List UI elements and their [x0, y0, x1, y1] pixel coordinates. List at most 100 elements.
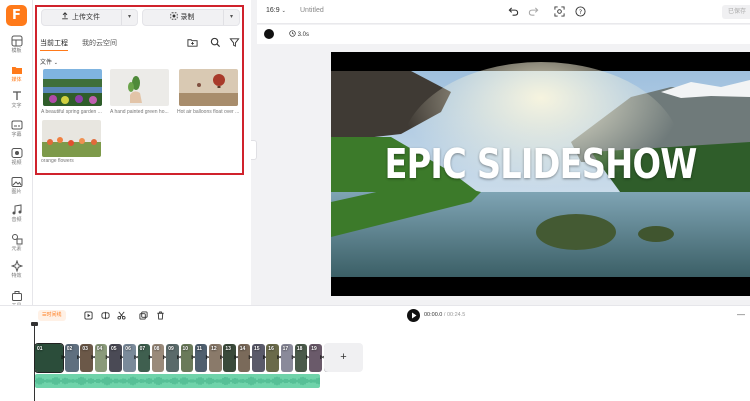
- preview-stage[interactable]: EPIC SLIDESHOW: [331, 52, 750, 296]
- tools-icon: [11, 291, 22, 301]
- svg-text:?: ?: [579, 8, 582, 16]
- subtitle-icon: [11, 120, 22, 130]
- add-clip-button[interactable]: +: [324, 343, 363, 372]
- effects-icon: [10, 260, 23, 272]
- rail-item-label: 特效: [11, 273, 22, 279]
- clip-number: 10: [182, 346, 189, 352]
- media-icon: [11, 67, 22, 74]
- play-button[interactable]: [407, 309, 420, 322]
- audio-icon: [12, 204, 21, 215]
- tab-current-project[interactable]: 当前工程: [40, 38, 68, 51]
- app-logo[interactable]: F: [6, 5, 27, 26]
- rail-item-text[interactable]: 文字: [0, 88, 33, 116]
- slideshow-title[interactable]: EPIC SLIDESHOW: [369, 140, 713, 188]
- template-icon: [11, 35, 22, 47]
- clip-number: 17: [282, 346, 289, 352]
- top-bar: [257, 0, 750, 24]
- rail-item-elements[interactable]: 元素: [0, 231, 33, 259]
- image-icon: [11, 177, 22, 187]
- rail-item-effects[interactable]: 特效: [0, 258, 33, 286]
- flowers-image: [42, 120, 101, 157]
- media-thumb-plant[interactable]: [110, 69, 169, 106]
- media-caption: A hand painted green ho...: [110, 109, 169, 115]
- split-icon[interactable]: [101, 311, 110, 320]
- screenshot-icon[interactable]: [554, 6, 565, 17]
- record-button[interactable]: 录制 ▾: [142, 9, 240, 26]
- rail-item-image[interactable]: 图片: [0, 174, 33, 202]
- chevron-down-icon: ⌄: [53, 60, 58, 66]
- aspect-ratio-select[interactable]: 16:9 ⌄: [266, 7, 286, 14]
- audio-track[interactable]: [35, 374, 320, 388]
- garden-image: [43, 69, 102, 106]
- clip-number: 12: [211, 346, 217, 352]
- project-name[interactable]: Untitled: [300, 7, 324, 14]
- timeline-clip[interactable]: 01: [34, 343, 64, 373]
- clip-number: 13: [225, 346, 231, 352]
- rail-item-label: 元素: [11, 246, 22, 252]
- current-time: 00:00.0: [424, 312, 443, 318]
- clip-number: 18: [296, 346, 303, 352]
- redo-icon[interactable]: [528, 6, 539, 17]
- clip-number: 09: [168, 346, 174, 352]
- audio-waveform: [35, 376, 320, 386]
- upload-dropdown[interactable]: ▾: [121, 10, 137, 25]
- timeline-badge[interactable]: ☰时间线: [38, 310, 66, 321]
- upload-button[interactable]: 上传文件 ▾: [41, 9, 138, 26]
- elements-icon: [11, 234, 22, 245]
- media-caption: Hot air balloons float over ...: [177, 109, 239, 115]
- rail-item-label: 媒体: [11, 77, 22, 83]
- balloons-image: [179, 69, 238, 106]
- left-rail: F 模板媒体文字字幕视频图片音频元素特效工具: [0, 0, 33, 309]
- scissors-icon[interactable]: [117, 311, 126, 320]
- rail-item-label: 字幕: [11, 132, 22, 138]
- panel-collapse-handle[interactable]: [251, 140, 257, 160]
- help-icon[interactable]: ?: [575, 6, 586, 17]
- media-thumb-garden[interactable]: [43, 69, 102, 106]
- rail-item-subtitle[interactable]: 字幕: [0, 117, 33, 145]
- clip-number: 14: [239, 346, 246, 352]
- record-label: 录制: [143, 10, 221, 25]
- record-dropdown[interactable]: ▾: [223, 10, 239, 25]
- minus-icon[interactable]: —: [737, 310, 745, 319]
- clip-number: 06: [125, 346, 131, 352]
- rail-item-audio[interactable]: 音频: [0, 202, 33, 230]
- rail-item-template[interactable]: 模板: [0, 33, 33, 61]
- media-thumb-balloons[interactable]: [179, 69, 238, 106]
- background-color-swatch[interactable]: [264, 29, 274, 39]
- video-track: 01⋈02⋈03⋈04⋈05⋈06⋈07⋈08⋈09⋈10⋈11⋈12⋈13⋈1…: [34, 343, 337, 373]
- record-icon: [169, 12, 178, 20]
- play-icon: [412, 312, 417, 319]
- undo-icon[interactable]: [508, 6, 519, 17]
- clip-number: 05: [111, 346, 117, 352]
- tab-cloud-space[interactable]: 我的云空间: [82, 38, 117, 48]
- add-to-track-icon[interactable]: [84, 311, 93, 320]
- rail-item-label: 视频: [11, 160, 22, 166]
- filter-icon[interactable]: [229, 37, 240, 48]
- save-button[interactable]: 已保存: [722, 5, 750, 19]
- rail-item-label: 音频: [11, 217, 22, 223]
- clip-number: 15: [254, 346, 260, 352]
- rail-item-label: 文字: [11, 103, 22, 109]
- search-icon[interactable]: [210, 37, 221, 48]
- new-folder-icon[interactable]: [187, 37, 198, 48]
- time-readout: 00:00.0 / 00:24.5: [424, 312, 465, 318]
- audio-waveform-path: [35, 376, 320, 386]
- upload-icon: [62, 12, 68, 20]
- delete-icon[interactable]: [156, 311, 165, 320]
- clip-number: 02: [66, 346, 73, 352]
- rail-item-media[interactable]: 媒体: [0, 62, 33, 90]
- media-caption: orange flowers: [41, 158, 74, 164]
- upload-label: 上传文件: [42, 10, 119, 25]
- element-toolbar: [257, 25, 750, 44]
- media-thumb-flowers[interactable]: [42, 120, 101, 157]
- clip-number: 11: [196, 346, 203, 352]
- video-icon: [11, 148, 22, 158]
- duplicate-icon[interactable]: [139, 311, 148, 320]
- clip-number: 07: [139, 346, 146, 352]
- clip-number: 16: [268, 346, 274, 352]
- duration-control[interactable]: 3.0s: [289, 30, 309, 38]
- rail-item-video[interactable]: 视频: [0, 145, 33, 173]
- rail-item-label: 模板: [11, 48, 22, 54]
- clip-number: 04: [96, 346, 103, 352]
- folder-label[interactable]: 文件 ⌄: [40, 57, 58, 66]
